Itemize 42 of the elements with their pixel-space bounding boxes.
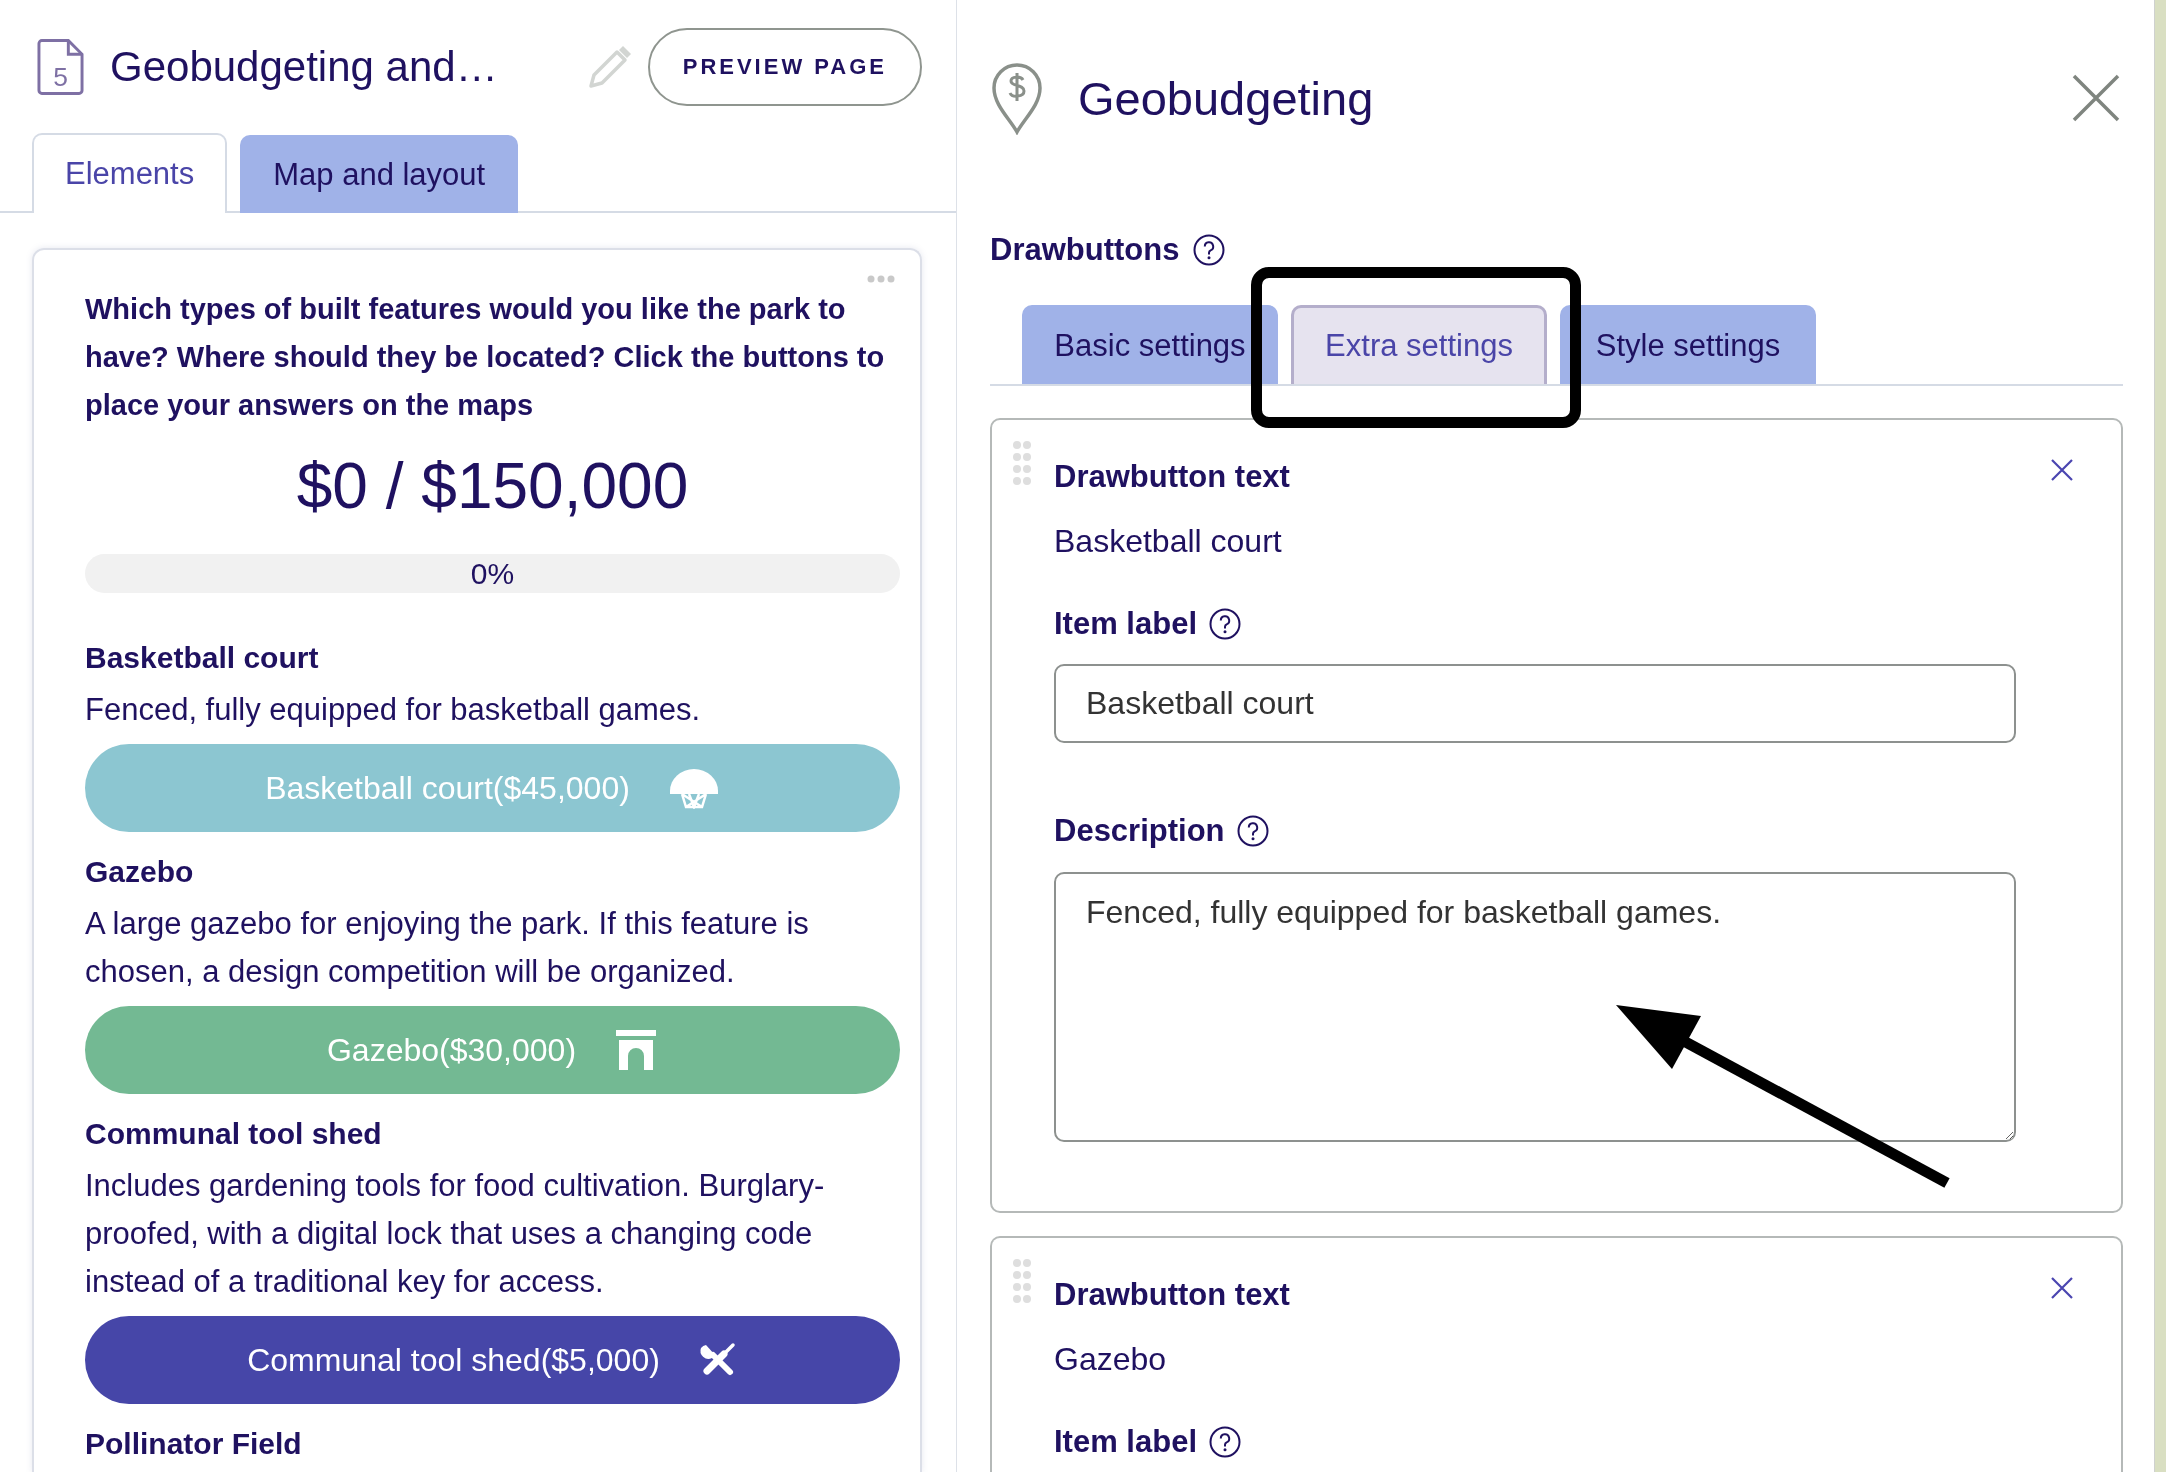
settings-tab[interactable]: Basic settings	[1022, 305, 1278, 384]
question-text: Which types of built features would you like the park to have? Where should they be located? Click the buttons to place your answers on the maps	[85, 292, 886, 423]
close-icon[interactable]	[2050, 1276, 2074, 1300]
arch-icon	[614, 1028, 659, 1072]
field-label: Item label	[1054, 1423, 1197, 1461]
progress-reading: 0%	[470, 556, 515, 591]
close-icon[interactable]	[2050, 458, 2074, 482]
drag-handle-icon[interactable]	[1012, 440, 1032, 486]
help-icon[interactable]	[1193, 234, 1226, 266]
budget-total: $0 / $150,000	[295, 451, 690, 521]
page-title: Geobudgeting and…	[110, 43, 498, 91]
draw-button[interactable]: Communal tool shed($5,000)	[85, 1316, 900, 1404]
editor-tab[interactable]: Elements	[32, 133, 228, 213]
text-area[interactable]: Fenced, fully equipped for basketball games.	[1054, 872, 2016, 1142]
hoop-icon	[667, 767, 720, 809]
item-description: A large gazebo for enjoying the park. If this feature is chosen, a design competition will be organized.	[85, 905, 810, 991]
page-icon: 5	[37, 38, 84, 96]
field-label: Item label	[1054, 605, 1197, 643]
item-description: Includes gardening tools for food cultivation. Burglary-proofed, with a digital lock that uses a changing code instead of a traditional key for access.	[85, 1167, 826, 1301]
drawbutton-text: Gazebo	[1054, 1340, 1168, 1379]
item-title: Gazebo	[85, 854, 195, 890]
settings-tab[interactable]: Extra settings	[1291, 305, 1547, 384]
section-label: Drawbuttons	[990, 232, 1180, 268]
field-label: Drawbutton text	[1054, 458, 1291, 496]
help-icon[interactable]	[1209, 608, 1241, 640]
item-title: Communal tool shed	[85, 1116, 383, 1152]
help-icon[interactable]	[1236, 815, 1269, 847]
settings-tab[interactable]: Style settings	[1560, 305, 1816, 384]
close-icon[interactable]	[2072, 74, 2120, 122]
item-title: Pollinator Field	[85, 1426, 303, 1462]
editor-tab[interactable]: Map and layout	[240, 135, 519, 213]
drag-handle-icon[interactable]	[1012, 1258, 1032, 1304]
item-title: Basketball court	[85, 640, 320, 676]
item-description: Fenced, fully equipped for basketball games.	[85, 691, 702, 729]
help-icon[interactable]	[1209, 1426, 1241, 1458]
field-label: Description	[1054, 812, 1225, 850]
panel-title: Geobudgeting	[1078, 70, 1374, 126]
input-field[interactable]: Basketball court	[1054, 664, 2016, 743]
preview-page-button[interactable]: PREVIEW PAGE	[647, 28, 922, 106]
pin-dollar-icon	[990, 61, 1044, 135]
drawbutton-text: Basketball court	[1054, 522, 1283, 561]
field-label: Drawbutton text	[1054, 1276, 1291, 1314]
